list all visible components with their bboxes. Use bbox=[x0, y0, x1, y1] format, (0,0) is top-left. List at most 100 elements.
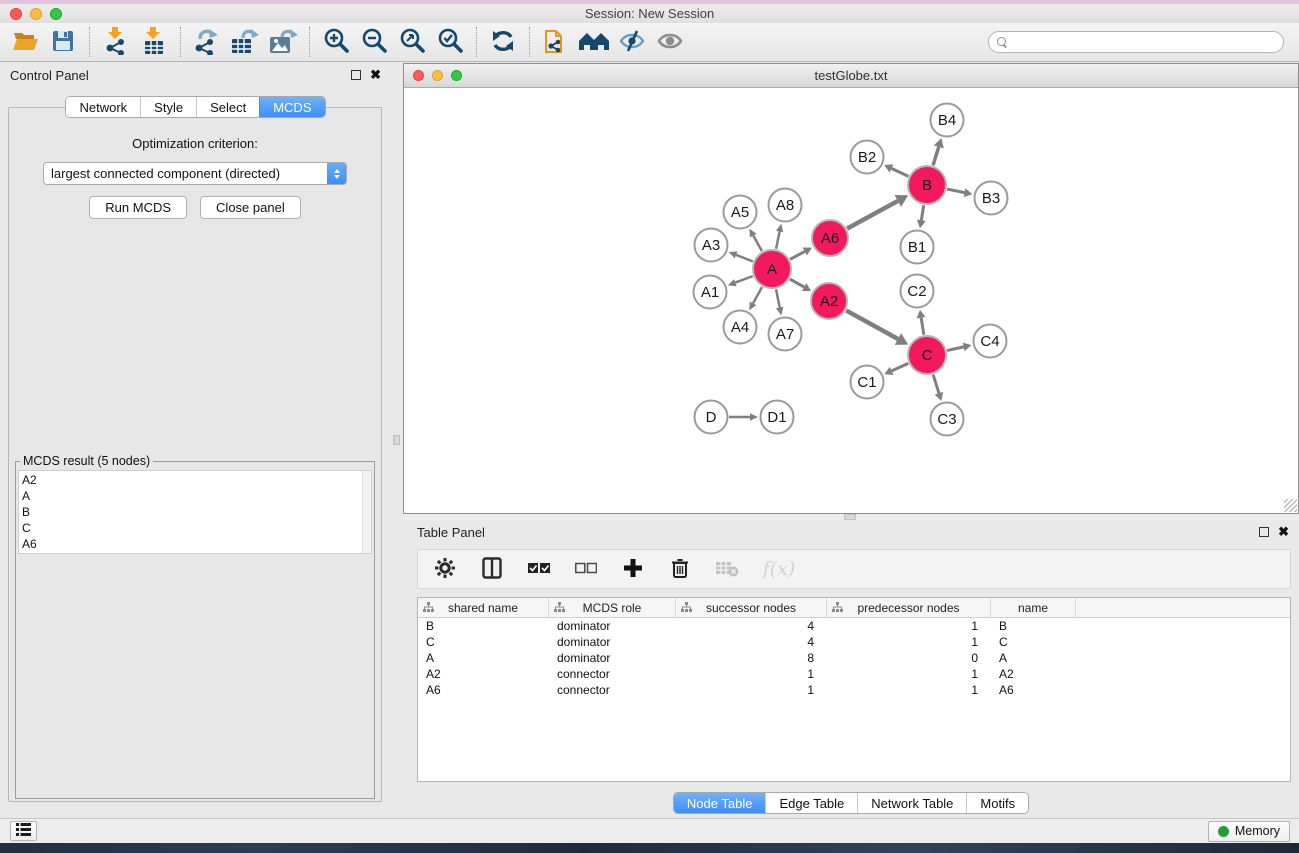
float-panel-icon[interactable] bbox=[351, 70, 361, 80]
table-row[interactable]: A2connector11A2 bbox=[418, 666, 1290, 682]
table-cell[interactable]: A6 bbox=[418, 682, 549, 698]
table-cell[interactable]: A bbox=[418, 650, 549, 666]
export-image-button[interactable] bbox=[264, 26, 302, 58]
column-header-predecessor-nodes[interactable]: predecessor nodes bbox=[827, 598, 991, 617]
tab-node-table[interactable]: Node Table bbox=[674, 793, 766, 813]
graph-node-C2[interactable]: C2 bbox=[901, 275, 934, 308]
graph-edge-C-C1[interactable] bbox=[884, 363, 908, 375]
splitter-grip[interactable] bbox=[393, 435, 400, 445]
table-row[interactable]: Adominator80A bbox=[418, 650, 1290, 666]
graph-node-C[interactable]: C bbox=[908, 336, 946, 374]
graph-node-A1[interactable]: A1 bbox=[694, 276, 727, 309]
select-all-columns-button[interactable] bbox=[526, 553, 552, 585]
table-cell[interactable]: dominator bbox=[549, 618, 676, 634]
table-cell[interactable]: 1 bbox=[676, 682, 827, 698]
network-graph[interactable]: AA1A2A3A4A5A6A7A8BB1B2B3B4CC1C2C3C4DD1 bbox=[404, 88, 1298, 513]
delete-table-button[interactable] bbox=[714, 553, 740, 585]
table-cell[interactable]: A2 bbox=[991, 666, 1076, 682]
deselect-all-columns-button[interactable] bbox=[573, 553, 599, 585]
graph-edge-D-D1[interactable] bbox=[729, 413, 758, 421]
table-settings-button[interactable] bbox=[432, 553, 458, 585]
column-view-button[interactable] bbox=[479, 553, 505, 585]
column-header-name[interactable]: name bbox=[991, 598, 1076, 617]
vertical-splitter[interactable] bbox=[391, 63, 403, 818]
mcds-result-item[interactable]: A2 bbox=[22, 472, 368, 488]
graph-edge-C-C3[interactable] bbox=[933, 375, 943, 401]
table-row[interactable]: A6connector11A6 bbox=[418, 682, 1290, 698]
graph-node-A6[interactable]: A6 bbox=[812, 220, 848, 256]
export-table-button[interactable] bbox=[226, 26, 264, 58]
graph-edge-A-A4[interactable] bbox=[749, 287, 762, 310]
table-cell[interactable]: dominator bbox=[549, 650, 676, 666]
graph-edge-A-A6[interactable] bbox=[790, 247, 812, 259]
import-table-button[interactable] bbox=[135, 26, 173, 58]
tab-edge-table[interactable]: Edge Table bbox=[765, 793, 857, 813]
graph-edge-A6-B[interactable] bbox=[847, 195, 908, 229]
close-panel-icon[interactable]: ✖ bbox=[1278, 527, 1289, 537]
new-network-from-selection-button[interactable] bbox=[537, 26, 575, 58]
graph-edge-A-A2[interactable] bbox=[790, 279, 811, 291]
optimization-criterion-select[interactable]: largest connected component (directed) bbox=[43, 162, 347, 185]
table-cell[interactable]: 4 bbox=[676, 634, 827, 650]
tab-network[interactable]: Network bbox=[66, 97, 140, 117]
open-session-button[interactable] bbox=[6, 26, 44, 58]
zoom-fit-button[interactable] bbox=[393, 26, 431, 58]
zoom-out-button[interactable] bbox=[355, 26, 393, 58]
graph-node-B4[interactable]: B4 bbox=[931, 104, 964, 137]
function-builder-button[interactable]: f(x) bbox=[761, 553, 797, 585]
table-cell[interactable]: C bbox=[418, 634, 549, 650]
window-resize-grip[interactable] bbox=[1284, 499, 1297, 512]
column-header-shared-name[interactable]: shared name bbox=[418, 598, 549, 617]
table-cell[interactable]: A bbox=[991, 650, 1076, 666]
graph-node-A2[interactable]: A2 bbox=[811, 283, 847, 319]
search-input[interactable] bbox=[1013, 35, 1275, 49]
graph-node-C4[interactable]: C4 bbox=[974, 325, 1007, 358]
mcds-result-item[interactable]: A6 bbox=[22, 536, 368, 552]
graph-node-B2[interactable]: B2 bbox=[851, 141, 884, 174]
table-cell[interactable]: 1 bbox=[827, 666, 991, 682]
graph-edge-A-A3[interactable] bbox=[729, 251, 753, 261]
graph-node-A[interactable]: A bbox=[753, 250, 791, 288]
zoom-selected-button[interactable] bbox=[431, 26, 469, 58]
graph-edge-B-B1[interactable] bbox=[917, 205, 926, 228]
delete-column-button[interactable] bbox=[667, 553, 693, 585]
graph-edge-B-B4[interactable] bbox=[933, 138, 944, 165]
graph-node-C3[interactable]: C3 bbox=[931, 403, 964, 436]
run-mcds-button[interactable]: Run MCDS bbox=[89, 196, 187, 219]
table-cell[interactable]: C bbox=[991, 634, 1076, 650]
table-cell[interactable]: dominator bbox=[549, 634, 676, 650]
graph-node-D1[interactable]: D1 bbox=[761, 401, 794, 434]
create-column-button[interactable] bbox=[620, 553, 646, 585]
mcds-result-list[interactable]: A2ABCA6 bbox=[18, 470, 372, 554]
network-window-titlebar[interactable]: testGlobe.txt bbox=[404, 64, 1298, 88]
graph-node-C1[interactable]: C1 bbox=[851, 366, 884, 399]
graph-edge-C-C2[interactable] bbox=[917, 310, 926, 335]
show-all-networks-button[interactable] bbox=[575, 26, 613, 58]
table-cell[interactable]: B bbox=[991, 618, 1076, 634]
mcds-result-scrollbar[interactable] bbox=[362, 471, 371, 553]
graph-node-A7[interactable]: A7 bbox=[769, 318, 802, 351]
network-canvas[interactable]: AA1A2A3A4A5A6A7A8BB1B2B3B4CC1C2C3C4DD1 bbox=[404, 88, 1298, 513]
table-cell[interactable]: 4 bbox=[676, 618, 827, 634]
graph-edge-A-A8[interactable] bbox=[776, 224, 783, 249]
graph-node-D[interactable]: D bbox=[695, 401, 728, 434]
float-panel-icon[interactable] bbox=[1259, 527, 1269, 537]
tab-network-table[interactable]: Network Table bbox=[857, 793, 966, 813]
search-field[interactable] bbox=[988, 31, 1284, 53]
graph-node-B3[interactable]: B3 bbox=[975, 182, 1008, 215]
graph-edge-B-B3[interactable] bbox=[947, 188, 972, 197]
column-header-successor-nodes[interactable]: successor nodes bbox=[676, 598, 827, 617]
tab-select[interactable]: Select bbox=[196, 97, 259, 117]
graph-node-A3[interactable]: A3 bbox=[695, 229, 728, 262]
table-cell[interactable]: 1 bbox=[827, 618, 991, 634]
graph-node-A8[interactable]: A8 bbox=[769, 189, 802, 222]
memory-button[interactable]: Memory bbox=[1208, 821, 1290, 842]
graph-node-B1[interactable]: B1 bbox=[901, 231, 934, 264]
table-cell[interactable]: 1 bbox=[827, 634, 991, 650]
tab-mcds[interactable]: MCDS bbox=[259, 97, 324, 117]
graph-edge-B-B2[interactable] bbox=[884, 164, 908, 176]
table-row[interactable]: Bdominator41B bbox=[418, 618, 1290, 634]
import-network-button[interactable] bbox=[97, 26, 135, 58]
column-header-mcds-role[interactable]: MCDS role bbox=[549, 598, 676, 617]
table-cell[interactable]: 8 bbox=[676, 650, 827, 666]
